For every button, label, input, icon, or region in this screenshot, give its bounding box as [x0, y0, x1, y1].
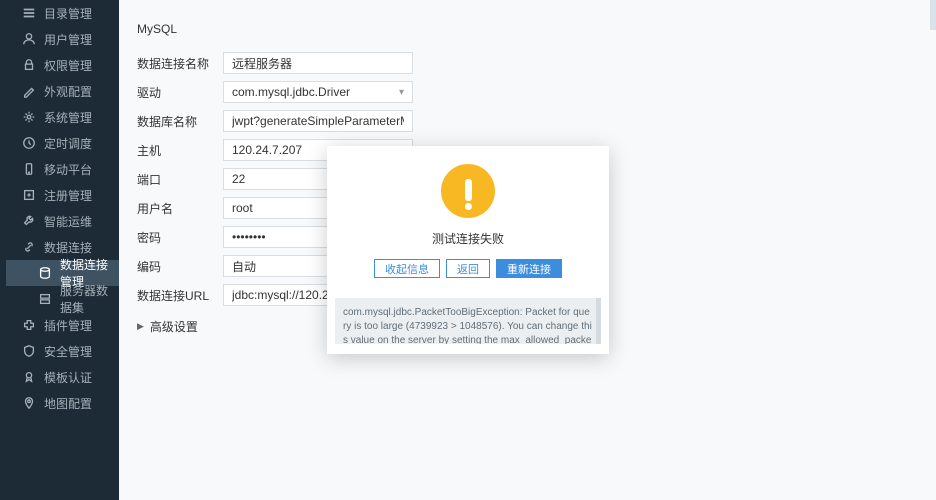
modal-backdrop: 测试连接失败 收起信息 返回 重新连接 com.mysql.jdbc.Packe…: [0, 0, 936, 500]
modal-message: 测试连接失败: [343, 230, 593, 247]
back-button[interactable]: 返回: [446, 259, 490, 278]
test-connection-modal: 测试连接失败 收起信息 返回 重新连接 com.mysql.jdbc.Packe…: [327, 146, 609, 354]
collapse-info-button[interactable]: 收起信息: [374, 259, 440, 278]
warning-icon: [441, 164, 495, 218]
retry-connect-button[interactable]: 重新连接: [496, 259, 562, 278]
error-detail-box[interactable]: com.mysql.jdbc.PacketTooBigException: Pa…: [335, 298, 601, 344]
